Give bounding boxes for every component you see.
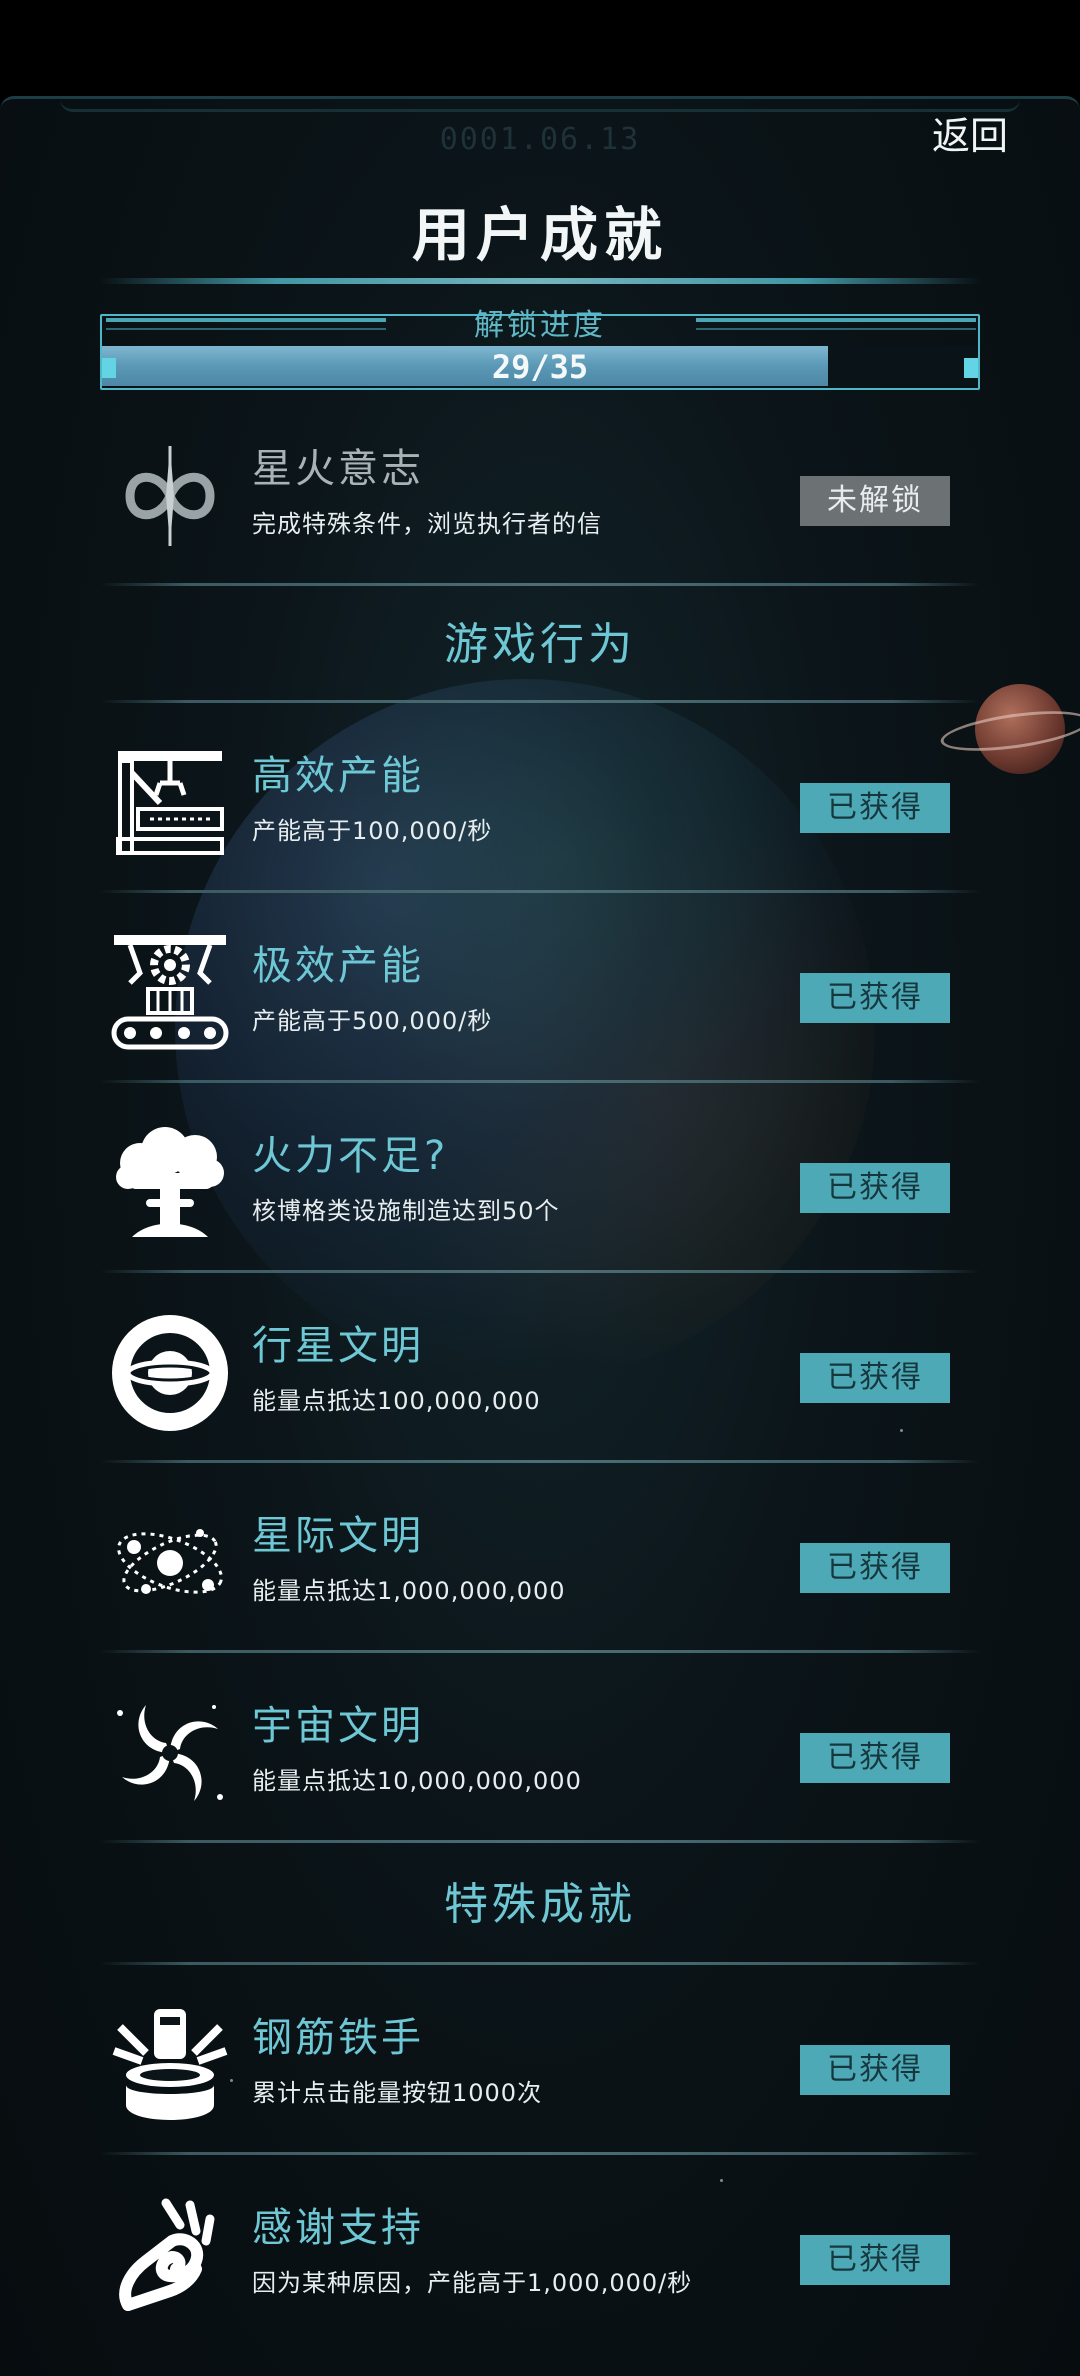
status-badge-earned[interactable]: 已获得 [800, 1163, 950, 1213]
mushroom-cloud-icon [110, 1123, 230, 1243]
achievement-name: 宇宙文明 [252, 1703, 424, 1749]
achievement-name: 星际文明 [252, 1513, 424, 1559]
title-divider [100, 278, 980, 284]
achievement-item-locked[interactable]: 星火意志 完成特殊条件，浏览执行者的信 未解锁 [100, 396, 980, 586]
divider [100, 583, 980, 586]
achievement-desc: 能量点抵达1,000,000,000 [252, 1577, 566, 1605]
achievement-desc: 核博格类设施制造达到50个 [252, 1197, 560, 1225]
status-badge-earned[interactable]: 已获得 [800, 783, 950, 833]
status-badge-earned[interactable]: 已获得 [800, 973, 950, 1023]
ok-hand-icon [110, 2195, 230, 2315]
divider [100, 1840, 980, 1843]
status-badge-earned[interactable]: 已获得 [800, 2235, 950, 2285]
achievement-item[interactable]: 感谢支持 因为某种原因，产能高于1,000,000/秒 已获得 [100, 2155, 980, 2345]
status-badge-earned[interactable]: 已获得 [800, 1543, 950, 1593]
progress-count: 29/35 [491, 348, 589, 386]
achievement-desc: 能量点抵达10,000,000,000 [252, 1767, 582, 1795]
section-title-game: 游戏行为 [444, 619, 636, 670]
factory-arm-icon [110, 743, 230, 863]
achievement-desc: 因为某种原因，产能高于1,000,000/秒 [252, 2269, 693, 2297]
status-badge-earned[interactable]: 已获得 [800, 1733, 950, 1783]
achievement-name: 火力不足? [252, 1133, 449, 1179]
achievement-desc: 累计点击能量按钮1000次 [252, 2079, 543, 2107]
achievement-desc: 能量点抵达100,000,000 [252, 1387, 541, 1415]
status-badge-earned[interactable]: 已获得 [800, 2045, 950, 2095]
ringed-planet-icon [110, 1313, 230, 1433]
achievement-desc: 完成特殊条件，浏览执行者的信 [252, 510, 602, 538]
progress-label: 解锁进度 [474, 308, 606, 343]
achievement-item[interactable]: 火力不足? 核博格类设施制造达到50个 已获得 [100, 1083, 980, 1273]
achievement-item[interactable]: 极效产能 产能高于500,000/秒 已获得 [100, 893, 980, 1083]
section-title-special: 特殊成就 [444, 1879, 636, 1930]
status-bar [0, 0, 1080, 96]
achievement-item[interactable]: 钢筋铁手 累计点击能量按钮1000次 已获得 [100, 1965, 980, 2155]
achievement-item[interactable]: 宇宙文明 能量点抵达10,000,000,000 已获得 [100, 1653, 980, 1843]
achievement-name: 高效产能 [252, 753, 424, 799]
status-badge-locked[interactable]: 未解锁 [800, 476, 950, 526]
achievement-item[interactable]: 行星文明 能量点抵达100,000,000 已获得 [100, 1273, 980, 1463]
date-display: 0001.06.13 [439, 122, 641, 157]
spiral-galaxy-icon [110, 1693, 230, 1813]
status-badge-earned[interactable]: 已获得 [800, 1353, 950, 1403]
achievement-desc: 产能高于100,000/秒 [252, 817, 493, 845]
back-button[interactable]: 返回 [925, 108, 1015, 164]
achievement-desc: 产能高于500,000/秒 [252, 1007, 493, 1035]
achievement-name: 感谢支持 [252, 2205, 424, 2251]
achievement-name: 星火意志 [252, 446, 424, 492]
achievement-name: 行星文明 [252, 1323, 424, 1369]
infinity-icon [110, 436, 230, 556]
achievement-name: 钢筋铁手 [252, 2015, 424, 2061]
press-button-icon [110, 2005, 230, 2125]
achievement-item[interactable]: 星际文明 能量点抵达1,000,000,000 已获得 [100, 1463, 980, 1653]
conveyor-gear-icon [110, 933, 230, 1053]
achievement-item[interactable]: 高效产能 产能高于100,000/秒 已获得 [100, 703, 980, 893]
orbit-system-icon [110, 1503, 230, 1623]
page-title: 用户成就 [411, 201, 668, 269]
achievement-name: 极效产能 [252, 943, 424, 989]
